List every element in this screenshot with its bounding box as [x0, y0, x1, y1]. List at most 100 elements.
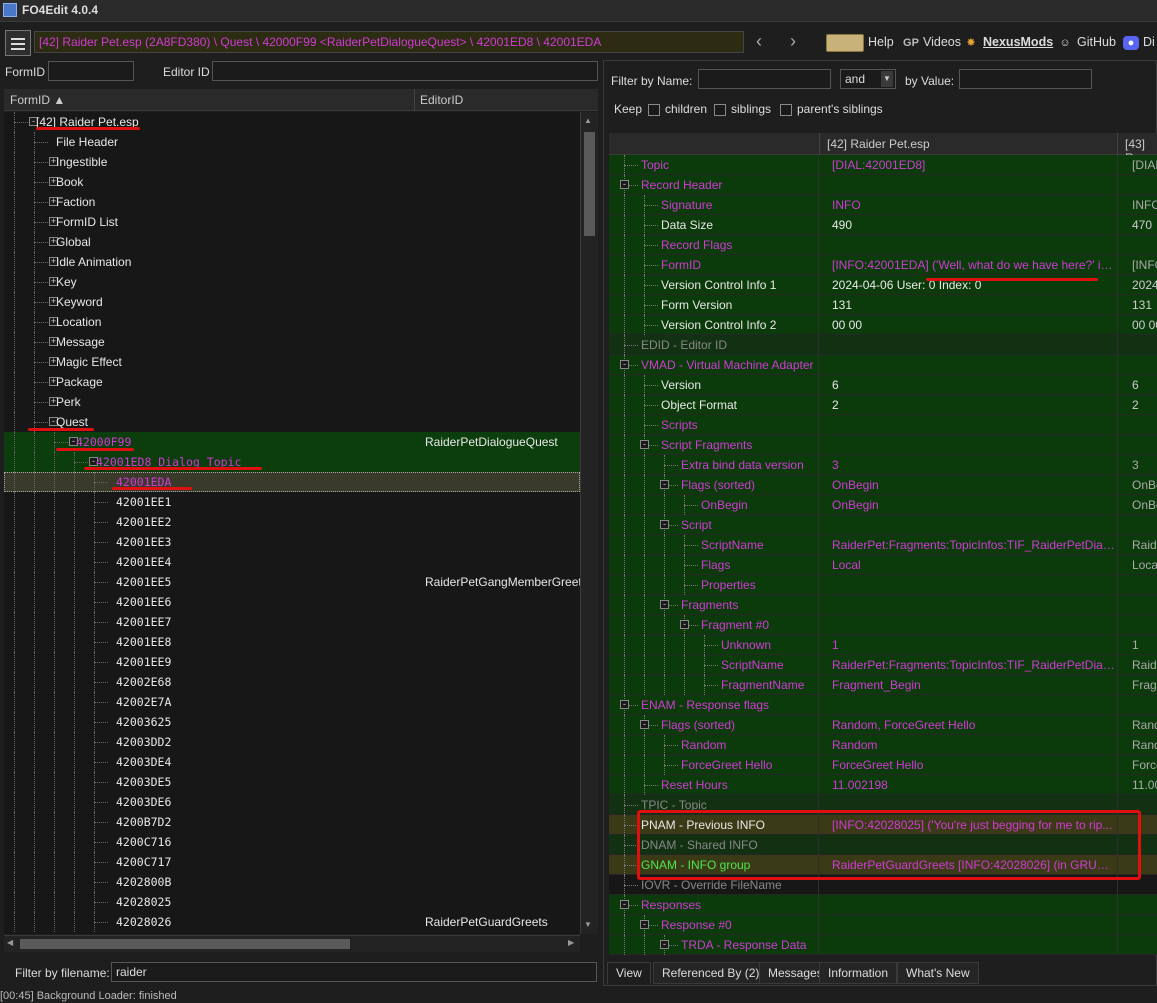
- plugin-column-header[interactable]: [42] Raider Pet.esp: [827, 137, 930, 151]
- record-field-row[interactable]: RandomRandomRand: [609, 735, 1157, 755]
- collapse-icon[interactable]: -: [640, 920, 649, 929]
- tree-node[interactable]: 42003DD2: [4, 732, 580, 752]
- tree-node[interactable]: 42001EE9: [4, 652, 580, 672]
- tree-node[interactable]: 42001EE4: [4, 552, 580, 572]
- tab-what-s-new[interactable]: What's New: [897, 962, 979, 984]
- field-value-cell-plugin2[interactable]: [INFO: [1117, 255, 1157, 275]
- field-value-cell-plugin2[interactable]: 6: [1117, 375, 1157, 395]
- record-field-row[interactable]: FormID [INFO:42001EDA] ('Well, what do we…: [609, 255, 1157, 275]
- record-field-row[interactable]: Properties: [609, 575, 1157, 595]
- field-value-cell-plugin2[interactable]: 2024-: [1117, 275, 1157, 295]
- field-value-cell-plugin2[interactable]: 131: [1117, 295, 1157, 315]
- field-value-cell[interactable]: 6: [820, 375, 1116, 395]
- tree-node[interactable]: 42001EE8: [4, 632, 580, 652]
- field-value-cell[interactable]: OnBegin: [820, 495, 1116, 515]
- field-value-cell-plugin2[interactable]: 00 00: [1117, 315, 1157, 335]
- field-value-cell[interactable]: [820, 615, 1116, 635]
- record-field-row[interactable]: EDID - Editor ID: [609, 335, 1157, 355]
- field-value-cell-plugin2[interactable]: 2: [1117, 395, 1157, 415]
- field-value-cell[interactable]: [820, 515, 1116, 535]
- back-button[interactable]: ‹: [756, 32, 774, 52]
- field-value-cell[interactable]: Fragment_Begin: [820, 675, 1116, 695]
- record-field-row[interactable]: - TRDA - Response Data: [609, 935, 1157, 955]
- field-value-cell-plugin2[interactable]: Raide: [1117, 535, 1157, 555]
- tree-node[interactable]: File Header: [4, 132, 580, 152]
- record-field-row[interactable]: Form Version 131 131: [609, 295, 1157, 315]
- field-value-cell-plugin2[interactable]: 470: [1117, 215, 1157, 235]
- field-value-cell-plugin2[interactable]: 3: [1117, 455, 1157, 475]
- field-value-cell-plugin2[interactable]: [1117, 895, 1157, 915]
- collapse-icon[interactable]: -: [620, 900, 629, 909]
- collapse-icon[interactable]: -: [640, 720, 649, 729]
- record-field-row[interactable]: Flags Local Loca: [609, 555, 1157, 575]
- tree-node[interactable]: 42003625: [4, 712, 580, 732]
- field-value-cell-plugin2[interactable]: [1117, 415, 1157, 435]
- tree-node[interactable]: 4200B7D2: [4, 812, 580, 832]
- record-field-row[interactable]: ScriptName RaiderPet:Fragments:TopicInfos…: [609, 655, 1157, 675]
- tree-node[interactable]: 42002E68: [4, 672, 580, 692]
- field-value-cell[interactable]: [820, 915, 1116, 935]
- tree-node[interactable]: 42003DE4: [4, 752, 580, 772]
- discord-button[interactable]: ● Di: [1123, 33, 1155, 53]
- keep-parents-siblings-checkbox[interactable]: parent's siblings: [780, 102, 883, 116]
- field-value-cell-plugin2[interactable]: OnBe: [1117, 495, 1157, 515]
- editorid-column-header[interactable]: EditorID: [420, 93, 463, 107]
- tab-information[interactable]: Information: [819, 962, 898, 984]
- field-value-cell-plugin2[interactable]: [1117, 935, 1157, 955]
- record-field-row[interactable]: ScriptName RaiderPet:Fragments:TopicInfos…: [609, 535, 1157, 555]
- field-value-cell[interactable]: [820, 415, 1116, 435]
- field-value-cell[interactable]: INFO: [820, 195, 1116, 215]
- field-value-cell[interactable]: OnBegin: [820, 475, 1116, 495]
- scroll-right-icon[interactable]: ▶: [568, 938, 574, 947]
- field-value-cell-plugin2[interactable]: Raide: [1117, 655, 1157, 675]
- collapse-icon[interactable]: -: [620, 180, 629, 189]
- field-value-cell[interactable]: [820, 235, 1116, 255]
- field-value-cell[interactable]: 131: [820, 295, 1116, 315]
- tree-node[interactable]: + Faction: [4, 192, 580, 212]
- tree-node[interactable]: 42001EE3: [4, 532, 580, 552]
- field-value-cell-plugin2[interactable]: Rand: [1117, 715, 1157, 735]
- filename-filter-input[interactable]: raider: [111, 962, 597, 982]
- record-field-row[interactable]: - Record Header: [609, 175, 1157, 195]
- tree-horizontal-scrollbar[interactable]: ◀ ▶: [4, 935, 580, 952]
- record-field-row[interactable]: Unknown 1 1: [609, 635, 1157, 655]
- record-field-row[interactable]: Scripts: [609, 415, 1157, 435]
- collapse-icon[interactable]: -: [680, 620, 689, 629]
- field-value-cell[interactable]: [820, 335, 1116, 355]
- tree-node[interactable]: + Perk: [4, 392, 580, 412]
- keep-children-checkbox[interactable]: children: [648, 102, 707, 116]
- field-value-cell[interactable]: [DIAL:42001ED8]: [820, 155, 1116, 175]
- field-value-cell-plugin2[interactable]: [1117, 235, 1157, 255]
- collapse-icon[interactable]: -: [660, 600, 669, 609]
- record-field-row[interactable]: Signature INFOINFO: [609, 195, 1157, 215]
- field-value-cell-plugin2[interactable]: [1117, 515, 1157, 535]
- tree-node[interactable]: 42003DE6: [4, 792, 580, 812]
- tree-node[interactable]: 42028025: [4, 892, 580, 912]
- field-value-cell[interactable]: 11.002198: [820, 775, 1116, 795]
- tree-node[interactable]: + Book: [4, 172, 580, 192]
- tree-node[interactable]: 42001EE2: [4, 512, 580, 532]
- tree-node[interactable]: 42028026 RaiderPetGuardGreets: [4, 912, 580, 932]
- field-value-cell[interactable]: RaiderPet:Fragments:TopicInfos:TIF_Raide…: [820, 535, 1116, 555]
- main-menu-button[interactable]: [5, 30, 31, 56]
- videos-button[interactable]: GP Videos: [903, 33, 961, 53]
- field-value-cell[interactable]: [820, 695, 1116, 715]
- record-field-row[interactable]: - Flags (sorted) Random, ForceGreet Hello R…: [609, 715, 1157, 735]
- formid-input[interactable]: [48, 61, 134, 81]
- record-field-row[interactable]: - Script Fragments: [609, 435, 1157, 455]
- record-field-row[interactable]: Data Size 490 470: [609, 215, 1157, 235]
- tree-node[interactable]: 42001EE1: [4, 492, 580, 512]
- tree-node[interactable]: 4200C716: [4, 832, 580, 852]
- field-value-cell[interactable]: 2: [820, 395, 1116, 415]
- tree-node[interactable]: + Package: [4, 372, 580, 392]
- collapse-icon[interactable]: -: [620, 700, 629, 709]
- record-field-row[interactable]: Version 6 6: [609, 375, 1157, 395]
- field-value-cell[interactable]: [820, 575, 1116, 595]
- record-field-row[interactable]: Reset Hours 11.00219811.00: [609, 775, 1157, 795]
- tree-node[interactable]: 42001EDA: [4, 472, 580, 492]
- filter-value-input[interactable]: [959, 69, 1092, 89]
- field-value-cell-plugin2[interactable]: [1117, 355, 1157, 375]
- field-value-cell[interactable]: [820, 895, 1116, 915]
- field-value-cell-plugin2[interactable]: [1117, 575, 1157, 595]
- scroll-down-icon[interactable]: ▼: [584, 920, 592, 929]
